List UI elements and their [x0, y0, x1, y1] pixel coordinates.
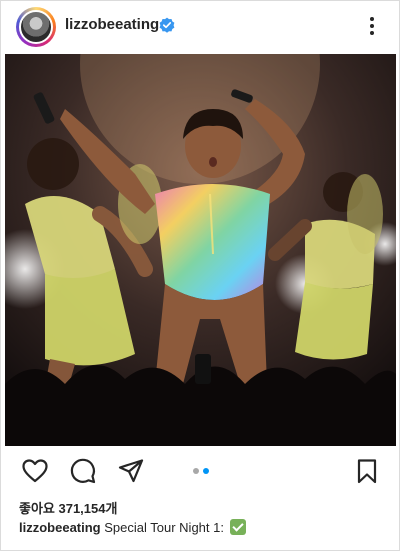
carousel-dot — [193, 468, 199, 474]
avatar-story-ring[interactable] — [16, 7, 56, 47]
carousel-indicator — [191, 467, 213, 475]
concert-photo — [5, 54, 396, 446]
carousel-dot-active — [203, 468, 209, 474]
caption-username[interactable]: lizzobeeating — [19, 520, 101, 535]
caption-text: Special Tour Night 1: — [104, 520, 224, 535]
post-actions-bar — [1, 453, 400, 489]
comment-icon[interactable] — [69, 457, 97, 485]
post-header: lizzobeeating — [1, 1, 400, 53]
share-icon[interactable] — [117, 457, 145, 485]
post-caption: lizzobeeating Special Tour Night 1: — [19, 519, 246, 535]
instagram-post: lizzobeeating 좋아요 371,154개 lizzobeeating… — [0, 0, 400, 551]
username[interactable]: lizzobeeating — [65, 16, 159, 33]
post-photo[interactable] — [5, 54, 396, 446]
more-vertical-icon[interactable] — [365, 15, 379, 37]
avatar[interactable] — [19, 10, 53, 44]
verified-badge-icon — [159, 17, 175, 33]
bookmark-icon[interactable] — [353, 457, 381, 485]
likes-count[interactable]: 좋아요 371,154개 — [19, 498, 117, 517]
heart-icon[interactable] — [21, 457, 49, 485]
check-mark-button-emoji — [229, 519, 246, 535]
